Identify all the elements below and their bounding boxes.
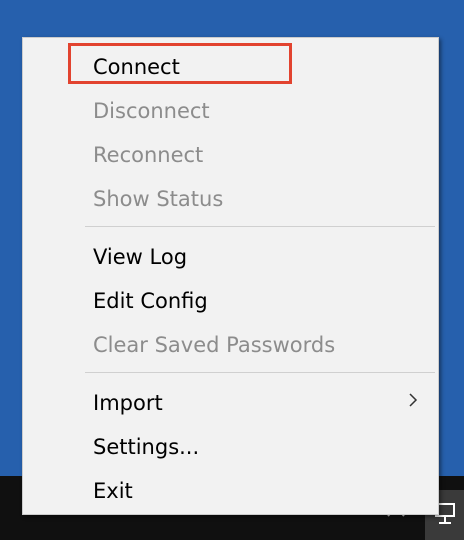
- highlight-box: [68, 43, 292, 84]
- menu-item-label: Clear Saved Passwords: [93, 333, 336, 357]
- menu-item-label: Reconnect: [93, 143, 204, 167]
- menu-item-label: Settings...: [93, 435, 200, 459]
- chevron-right-icon: [408, 392, 418, 412]
- menu-separator: [85, 226, 435, 227]
- menu-item-label: Edit Config: [93, 289, 208, 313]
- menu-item-clear-saved-passwords[interactable]: Clear Saved Passwords: [23, 322, 438, 366]
- menu-item-show-status[interactable]: Show Status: [23, 176, 438, 220]
- menu-item-label: Show Status: [93, 187, 224, 211]
- context-menu: Connect Disconnect Reconnect Show Status…: [22, 37, 439, 515]
- menu-item-label: Exit: [93, 479, 133, 503]
- menu-item-import[interactable]: Import: [23, 380, 438, 424]
- menu-item-exit[interactable]: Exit: [23, 468, 438, 512]
- menu-item-settings[interactable]: Settings...: [23, 424, 438, 468]
- menu-separator: [85, 372, 435, 373]
- menu-item-label: Import: [93, 391, 163, 415]
- menu-item-label: View Log: [93, 245, 188, 269]
- menu-item-disconnect[interactable]: Disconnect: [23, 88, 438, 132]
- menu-item-edit-config[interactable]: Edit Config: [23, 278, 438, 322]
- menu-item-label: Disconnect: [93, 99, 210, 123]
- menu-item-reconnect[interactable]: Reconnect: [23, 132, 438, 176]
- menu-item-view-log[interactable]: View Log: [23, 234, 438, 278]
